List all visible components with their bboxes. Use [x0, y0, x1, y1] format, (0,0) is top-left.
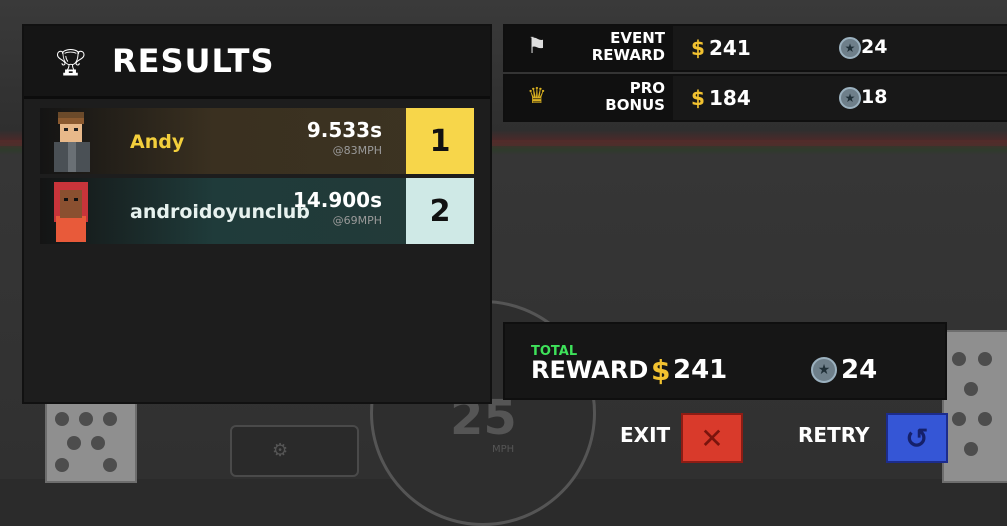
checkered-flag-icon: ⚑	[527, 34, 547, 59]
coin-icon: ★	[839, 37, 861, 59]
event-reward-label-box: ⚑ EVENT REWARD	[505, 26, 673, 70]
exit-button[interactable]: ✕	[681, 413, 743, 463]
reward-label: REWARD	[531, 356, 649, 384]
event-cash-value: 241	[709, 36, 751, 60]
pedal-hole	[67, 436, 81, 450]
right-pedal	[942, 330, 1007, 483]
female-driver-avatar	[54, 182, 88, 242]
engine-warning-panel	[230, 425, 359, 477]
left-pedal	[45, 400, 137, 483]
pedal-hole	[55, 412, 69, 426]
event-coin-value: 24	[861, 36, 888, 58]
pro-cash-value: 184	[709, 86, 751, 110]
pedal-hole	[952, 352, 966, 366]
event-reward-label: EVENT REWARD	[545, 30, 665, 64]
pro-coin-value: 18	[861, 86, 888, 108]
cash-icon: $	[651, 354, 671, 387]
crown-icon: ♛	[527, 84, 547, 109]
exit-label[interactable]: EXIT	[620, 423, 670, 447]
trophy-icon: 🏆︎	[54, 48, 88, 78]
speedometer-unit: MPH	[492, 444, 515, 455]
event-reward-line2: REWARD	[591, 46, 665, 64]
racer-speed: @69MPH	[332, 214, 382, 227]
pedal-hole	[978, 352, 992, 366]
event-reward-line1: EVENT	[610, 29, 665, 47]
pedal-hole	[103, 412, 117, 426]
pedal-hole	[79, 412, 93, 426]
pedal-hole	[103, 458, 117, 472]
pro-bonus-line1: PRO	[629, 79, 665, 97]
racer-name: Andy	[130, 131, 185, 153]
cash-icon: $	[691, 36, 705, 60]
results-title: RESULTS	[112, 42, 275, 80]
pedal-hole	[55, 458, 69, 472]
retry-button[interactable]: ↺	[886, 413, 948, 463]
racer-time: 9.533s	[306, 118, 382, 142]
results-panel: 🏆︎ RESULTS Andy 9.533s @83MPH 1 androido…	[22, 24, 492, 404]
pedal-hole	[964, 442, 978, 456]
results-header: 🏆︎ RESULTS	[24, 26, 490, 99]
position-badge: 2	[406, 178, 474, 244]
racer-speed: @83MPH	[332, 144, 382, 157]
pedal-hole	[952, 412, 966, 426]
racer-row: Andy 9.533s @83MPH 1	[40, 108, 474, 174]
pedal-hole	[978, 412, 992, 426]
coin-icon: ★	[839, 87, 861, 109]
pro-bonus-line2: BONUS	[605, 96, 665, 114]
total-cash-value: 241	[673, 355, 728, 385]
racer-name: androidoyunclub	[130, 201, 310, 223]
pro-bonus-label: PRO BONUS	[545, 80, 665, 114]
pro-bonus-label-box: ♛ PRO BONUS	[505, 76, 673, 120]
coin-icon: ★	[811, 357, 837, 383]
racer-row: androidoyunclub 14.900s @69MPH 2	[40, 178, 474, 244]
pedal-hole	[964, 382, 978, 396]
position-badge: 1	[406, 108, 474, 174]
pedal-hole	[91, 436, 105, 450]
male-driver-avatar	[54, 112, 90, 172]
total-reward-panel: TOTAL REWARD $ 241 ★ 24	[503, 322, 947, 400]
engine-icon: ⚙	[272, 440, 289, 461]
event-reward-row: ⚑ EVENT REWARD $ 241 ★ 24	[503, 24, 1007, 72]
cash-icon: $	[691, 86, 705, 110]
racer-time: 14.900s	[292, 188, 382, 212]
total-coin-value: 24	[841, 355, 878, 385]
retry-label[interactable]: RETRY	[798, 423, 870, 447]
pro-bonus-row: ♛ PRO BONUS $ 184 ★ 18	[503, 74, 1007, 122]
